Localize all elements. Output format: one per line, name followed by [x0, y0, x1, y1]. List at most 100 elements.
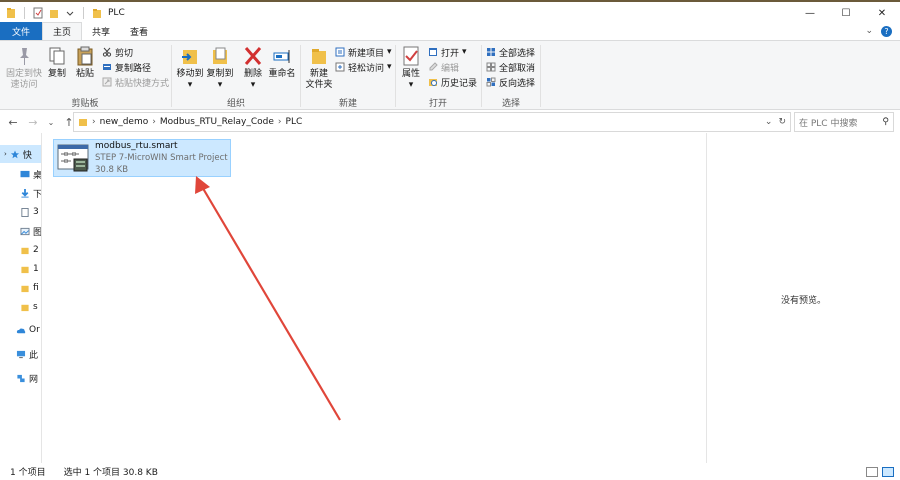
new-group-label: 新建: [338, 99, 357, 109]
nav-item-desktop[interactable]: 桌: [0, 165, 41, 183]
nav-label: s: [33, 302, 38, 312]
nav-item-folder[interactable]: 1: [0, 260, 41, 278]
nav-label: 图: [33, 227, 42, 238]
help-icon[interactable]: ?: [881, 25, 892, 37]
paste-icon: [77, 46, 93, 66]
preview-pane: 没有预览。: [706, 133, 900, 463]
nav-item-folder[interactable]: fi: [0, 279, 41, 297]
download-arrow-icon: [21, 188, 29, 198]
dropdown-icon[interactable]: ▾: [409, 80, 414, 91]
history-button[interactable]: 历史记录: [428, 75, 477, 89]
large-icons-view-icon[interactable]: [882, 466, 894, 477]
document-icon: [21, 207, 29, 217]
invert-selection-button[interactable]: 反向选择: [486, 75, 535, 89]
easy-access-button[interactable]: 轻松访问 ▾: [335, 60, 392, 74]
dropdown-icon[interactable]: ▾: [218, 80, 223, 91]
folder-icon: [21, 285, 29, 292]
nav-item-this-pc[interactable]: 此: [0, 345, 41, 363]
star-icon: [10, 149, 19, 158]
nav-item-folder[interactable]: s: [0, 298, 41, 316]
nav-item-folder[interactable]: 2: [0, 241, 41, 259]
nav-item-downloads[interactable]: 下: [0, 184, 41, 202]
dropdown-icon[interactable]: ▾: [188, 80, 193, 91]
select-all-button[interactable]: 全部选择: [486, 45, 535, 59]
clipboard-group-label: 剪贴板: [71, 99, 99, 109]
open-icon: [429, 48, 437, 56]
pin-quick-access-button[interactable]: 固定到快 速访问: [4, 45, 44, 91]
nav-label: 1: [33, 264, 39, 274]
breadcrumb-plc[interactable]: PLC: [286, 117, 303, 127]
breadcrumb-new-demo[interactable]: new_demo: [100, 117, 149, 127]
file-list[interactable]: modbus_rtu.smart STEP 7-MicroWIN Smart P…: [43, 133, 705, 463]
properties-icon: [403, 46, 419, 66]
cloud-icon: [16, 327, 26, 333]
paste-label: 粘贴: [75, 69, 94, 79]
cut-button[interactable]: 剪切: [102, 45, 133, 59]
search-icon[interactable]: ⚲: [882, 117, 889, 127]
edit-button[interactable]: 编辑: [428, 60, 459, 74]
back-arrow-icon[interactable]: ←: [6, 116, 20, 129]
address-bar[interactable]: › new_demo › Modbus_RTU_Relay_Code › PLC…: [73, 112, 791, 132]
tab-share[interactable]: 共享: [82, 22, 120, 40]
file-type: STEP 7-MicroWIN Smart Project: [95, 153, 228, 163]
search-placeholder: 在 PLC 中搜索: [799, 118, 858, 129]
search-input[interactable]: 在 PLC 中搜索 ⚲: [794, 112, 894, 132]
chevron-down-icon[interactable]: ⌄: [765, 117, 773, 127]
select-all-label: 全部选择: [499, 48, 536, 59]
select-group-label: 选择: [501, 99, 520, 109]
file-size: 30.8 KB: [95, 165, 129, 175]
nav-item-documents[interactable]: 3: [0, 203, 41, 221]
dropdown-icon[interactable]: ▾: [462, 47, 467, 57]
chevron-right-icon[interactable]: ›: [152, 117, 156, 127]
properties-button[interactable]: 属性 ▾: [398, 45, 424, 91]
nav-item-onedrive[interactable]: Or: [0, 321, 41, 339]
folder-icon: [21, 304, 29, 311]
copy-to-button[interactable]: 复制到 ▾: [204, 45, 236, 91]
nav-item-pictures[interactable]: 图: [0, 222, 42, 240]
details-view-icon[interactable]: [866, 466, 878, 477]
close-button[interactable]: ✕: [864, 2, 900, 24]
new-item-button[interactable]: 新建项目 ▾: [335, 45, 392, 59]
open-button[interactable]: 打开 ▾: [428, 45, 467, 59]
nav-item-network[interactable]: 网: [0, 369, 41, 387]
copy-button[interactable]: 复制: [44, 45, 70, 80]
dropdown-icon[interactable]: [65, 7, 75, 19]
minimize-button[interactable]: —: [792, 2, 828, 24]
delete-button[interactable]: 删除 ▾: [240, 45, 266, 91]
tab-home[interactable]: 主页: [42, 22, 83, 40]
dropdown-icon[interactable]: ▾: [387, 62, 392, 72]
cut-label: 剪切: [115, 48, 134, 59]
paste-shortcut-button[interactable]: 粘贴快捷方式: [102, 75, 169, 89]
maximize-button[interactable]: ☐: [828, 2, 864, 24]
paste-button[interactable]: 粘贴: [72, 45, 98, 80]
refresh-icon[interactable]: ↻: [778, 117, 786, 127]
chevron-right-icon[interactable]: ›: [278, 117, 282, 127]
group-divider: [540, 45, 541, 107]
organize-group: 移动到 ▾ 复制到 ▾ 删除 ▾ 重命名 组织: [172, 41, 300, 111]
new-folder-icon[interactable]: [49, 7, 59, 19]
forward-arrow-icon[interactable]: →: [26, 116, 40, 129]
tab-view[interactable]: 查看: [120, 22, 158, 40]
tab-file[interactable]: 文件: [0, 22, 43, 40]
breadcrumb-modbus-rtu-relay-code[interactable]: Modbus_RTU_Relay_Code: [160, 117, 274, 127]
new-folder-button[interactable]: 新建 文件夹: [303, 45, 335, 91]
dropdown-icon[interactable]: ▾: [387, 47, 392, 57]
properties-icon[interactable]: [33, 7, 43, 19]
dropdown-icon[interactable]: ▾: [251, 80, 256, 91]
rename-button[interactable]: 重命名: [266, 45, 298, 80]
new-item-icon: [335, 47, 345, 57]
chevron-down-icon[interactable]: ›: [4, 150, 7, 158]
chevron-right-icon[interactable]: ›: [92, 117, 96, 127]
recent-locations-icon[interactable]: ⌄: [44, 118, 58, 127]
file-item[interactable]: modbus_rtu.smart STEP 7-MicroWIN Smart P…: [53, 139, 231, 177]
rename-label: 重命名: [268, 69, 296, 79]
nav-item-quick-access[interactable]: › 快: [0, 145, 41, 163]
view-switcher: [866, 466, 894, 477]
copy-path-button[interactable]: 复制路径: [102, 60, 151, 74]
move-to-button[interactable]: 移动到 ▾: [174, 45, 206, 91]
title-bar: PLC — ☐ ✕: [0, 0, 900, 24]
select-none-button[interactable]: 全部取消: [486, 60, 535, 74]
expand-ribbon-icon[interactable]: ⌄: [865, 26, 873, 36]
file-info: modbus_rtu.smart STEP 7-MicroWIN Smart P…: [95, 140, 228, 176]
easy-access-icon: [335, 62, 345, 72]
